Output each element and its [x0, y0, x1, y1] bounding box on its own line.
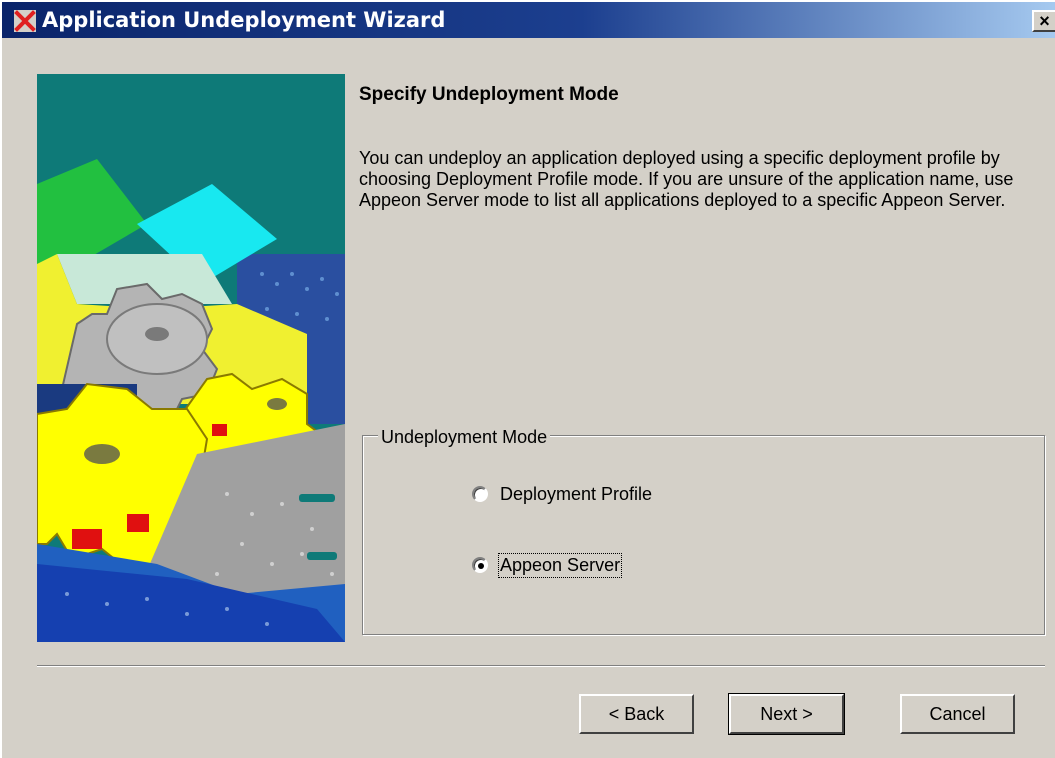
radio-label-deployment-profile[interactable]: Deployment Profile [500, 484, 652, 505]
page-description: You can undeploy an application deployed… [359, 148, 1014, 210]
close-button[interactable]: × [1032, 10, 1055, 32]
radio-deployment-profile[interactable]: Deployment Profile [472, 482, 652, 506]
button-separator [37, 665, 1045, 667]
back-button[interactable]: < Back [579, 694, 694, 734]
close-icon: × [1039, 11, 1050, 31]
radio-checked-icon[interactable] [472, 557, 488, 573]
undeployment-mode-group [362, 435, 1045, 635]
wizard-window: Application Undeployment Wizard × Specif… [0, 0, 1055, 758]
group-label: Undeployment Mode [378, 427, 551, 447]
radio-label-appeon-server[interactable]: Appeon Server [497, 552, 623, 578]
app-x-icon [14, 10, 36, 32]
cancel-button[interactable]: Cancel [900, 694, 1015, 734]
radio-unchecked-icon[interactable] [472, 486, 488, 502]
next-button[interactable]: Next > [728, 693, 845, 735]
wizard-illustration [37, 74, 345, 642]
radio-appeon-server[interactable]: Appeon Server [472, 552, 623, 578]
title-bar[interactable]: Application Undeployment Wizard × [2, 2, 1055, 38]
page-heading: Specify Undeployment Mode [359, 84, 619, 105]
window-title: Application Undeployment Wizard [42, 8, 446, 32]
